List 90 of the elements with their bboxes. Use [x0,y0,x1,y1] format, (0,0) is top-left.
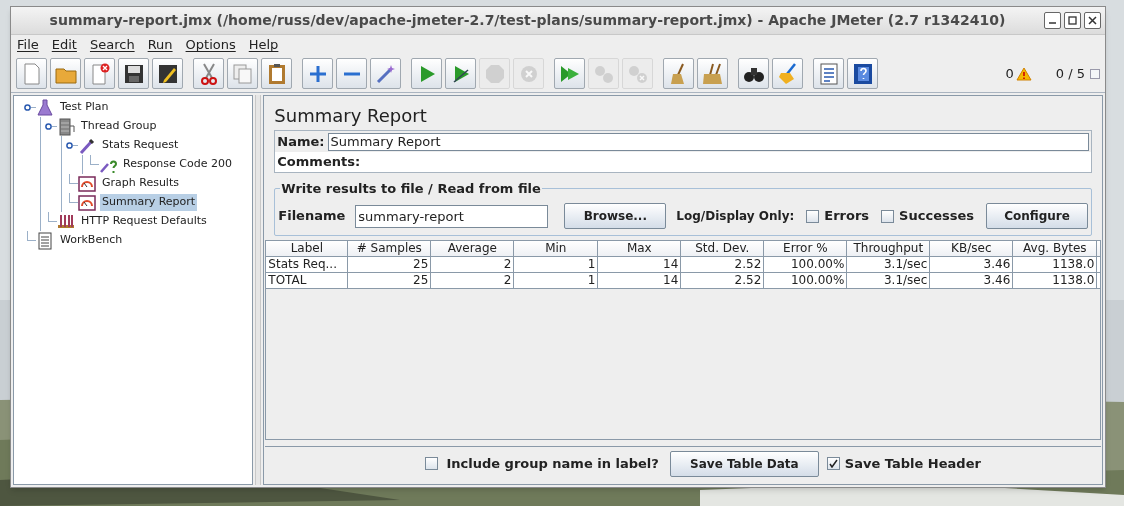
menu-item[interactable]: Help [248,35,279,55]
checkbox-label: Save Table Header [844,454,981,473]
warning-icon [1015,66,1032,81]
menu-item[interactable]: Run [147,35,173,55]
expand-handle-icon[interactable] [24,104,31,111]
gauge-icon [78,174,96,193]
table-cell: Stats Req... [266,257,349,272]
checkbox-label: Successes [899,207,974,226]
panel-title: Summary Report [274,104,428,128]
table-cell: 1 [514,273,599,288]
minimize-button[interactable] [1044,12,1061,29]
table-cell: TOTAL [266,273,349,288]
toolbar-button[interactable] [118,58,149,89]
configure-button[interactable]: Configure [986,203,1088,229]
save-table-data-button[interactable]: Save Table Data [669,450,819,477]
menu-item[interactable]: File [17,35,39,55]
browse-button[interactable]: Browse... [564,203,667,229]
toolbar-button[interactable] [152,58,183,89]
table-cell: 14 [598,273,682,288]
flask-icon [36,98,54,117]
table-cell: 3.46 [930,273,1014,288]
maximize-button[interactable] [1064,12,1081,29]
column-header[interactable]: Std. Dev. [681,241,765,256]
table-cell: 14 [598,257,682,272]
expand-handle-icon[interactable] [45,123,52,130]
column-header[interactable]: Error % [764,241,848,256]
toolbar-button[interactable] [738,58,769,89]
gauge-icon [78,193,96,212]
table-cell: 3.1/sec [847,273,931,288]
name-label: Name: [277,132,325,151]
table-cell: 2.52 [681,257,765,272]
close-icon [1088,16,1097,25]
menu-item[interactable]: Options [185,35,236,55]
checkbox[interactable] [806,209,820,223]
menu-item[interactable]: Search [89,35,135,55]
tree-item[interactable]: HTTP Request Defaults [79,213,209,230]
column-header[interactable]: Average [431,241,515,256]
tree-item[interactable]: Response Code 200 [121,156,234,173]
dropper-icon [78,136,96,155]
column-header[interactable]: Min [514,241,599,256]
tree-item[interactable]: Graph Results [100,175,181,192]
window-title: summary-report.jmx (/home/russ/dev/apache-jmeter-2.7/test-plans/summary-report.jmx) - Apache JMeter (2.7 r1342410) [49,12,1006,28]
table-cell: 1 [514,257,599,272]
maximize-icon [1068,16,1077,25]
warning-count: 0 [1005,64,1014,83]
menu-item[interactable]: Edit [51,35,77,55]
log-display-label: Log/Display Only: [676,208,795,225]
minus-icon [342,71,361,76]
table-cell: 3.1/sec [847,257,931,272]
column-header[interactable]: Max [598,241,682,256]
brooms-icon [700,61,725,86]
thread-count: 0 / 5 [1055,64,1085,83]
toolbar-button[interactable] [445,58,476,89]
tree-item[interactable]: Stats Request [100,137,181,154]
name-field[interactable]: Summary Report [327,132,1089,151]
toolbar-button[interactable] [847,58,878,89]
checkbox-label: Include group name in label? [446,454,659,473]
checkbox-label: Errors [824,207,870,226]
table-cell: 100.00% [764,273,848,288]
filename-field[interactable]: summary-report [355,204,549,228]
column-header[interactable]: Throughput [847,241,931,256]
tree-item[interactable]: WorkBench [58,232,125,249]
column-header[interactable]: Avg. Bytes [1013,241,1098,256]
table-cell: 2.52 [681,273,765,288]
table-cell: 25 [348,273,432,288]
table-cell: 2 [431,257,515,272]
checkbox[interactable] [881,209,895,223]
checkbox[interactable] [826,457,840,470]
spool-icon [57,117,75,136]
column-header[interactable]: KB/sec [930,241,1014,256]
column-header[interactable]: Label [266,241,349,256]
test-tubes-icon [57,212,75,231]
checkbox[interactable] [425,457,439,470]
table-cell: 2 [431,273,515,288]
table-cell: 25 [348,257,432,272]
status-indicator-icon [1090,68,1100,79]
table-cell: 1138.0 [1013,273,1098,288]
tree-item[interactable]: Test Plan [58,99,111,116]
table-cell: 3.46 [930,257,1014,272]
filename-label: Filename [278,207,346,226]
comments-label: Comments: [277,153,361,172]
table-cell: 1138.0 [1013,257,1098,272]
clipboard-list-icon [36,231,54,250]
column-header[interactable]: # Samples [348,241,432,256]
copy-icon [230,61,255,86]
close-button[interactable] [1084,12,1101,29]
table-cell: 100.00% [764,257,848,272]
tree-item[interactable]: Thread Group [79,118,159,135]
tree-item[interactable]: Summary Report [100,194,198,211]
expand-handle-icon[interactable] [66,142,73,149]
